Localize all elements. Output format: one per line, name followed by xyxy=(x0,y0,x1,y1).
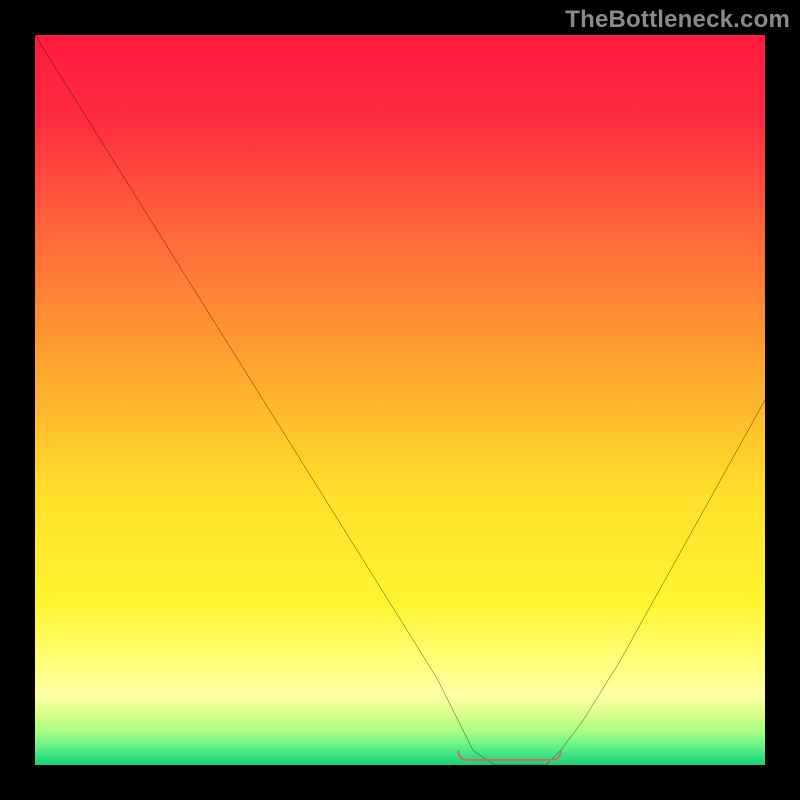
watermark-text: TheBottleneck.com xyxy=(565,6,790,34)
bottleneck-curve xyxy=(35,35,765,765)
curve-layer xyxy=(35,35,765,765)
chart-frame: TheBottleneck.com xyxy=(0,0,800,800)
optimal-range-marker xyxy=(458,751,560,760)
plot-area xyxy=(35,35,765,765)
